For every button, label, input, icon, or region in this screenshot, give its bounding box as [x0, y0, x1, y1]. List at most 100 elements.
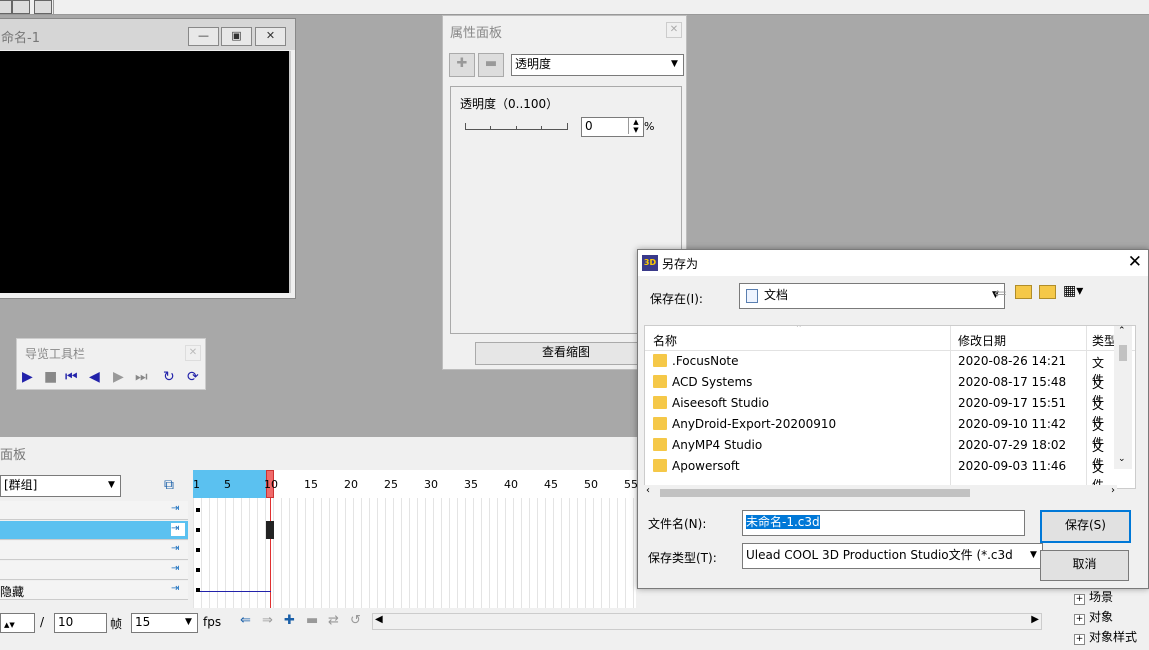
scroll-right-icon[interactable]: ▶ — [1031, 614, 1039, 625]
view-thumbnail-button[interactable]: 查看缩图 — [475, 342, 657, 365]
prev-frame-icon[interactable]: ◀ — [89, 369, 100, 385]
pin-icon[interactable]: ⇥ — [171, 503, 185, 516]
opacity-value: 0 — [585, 119, 593, 133]
list-item[interactable]: Aiseesoft Studio2020-09-17 15:51文件 — [645, 393, 1115, 414]
scroll-left-icon[interactable]: ‹ — [646, 485, 650, 496]
total-frames-input[interactable]: 10 — [54, 613, 107, 633]
preview-canvas[interactable] — [0, 51, 291, 293]
view-menu-icon[interactable]: ▦▾ — [1063, 283, 1083, 299]
stop-icon[interactable]: ■ — [44, 369, 57, 385]
column-type[interactable]: 类型 — [1092, 332, 1116, 349]
file-name: AnyMP4 Studio — [672, 438, 762, 452]
scroll-left-icon[interactable]: ◀ — [375, 614, 383, 625]
file-list[interactable]: 名称 ⌃ 修改日期 类型 .FocusNote2020-08-26 14:21文… — [644, 325, 1136, 489]
fps-select[interactable]: 15 ▼ — [131, 613, 198, 633]
track-row[interactable]: ⇥ — [0, 541, 188, 560]
tree-item-object[interactable]: +对象 — [1074, 608, 1113, 625]
repeat-icon[interactable]: ⟳ — [187, 369, 199, 385]
file-list-hscroll[interactable]: ‹ › — [644, 485, 1117, 500]
add-keyframe-icon[interactable]: ✚ — [284, 613, 295, 628]
list-item[interactable]: AnyDroid-Export-202009102020-09-10 11:42… — [645, 414, 1115, 435]
reverse-icon[interactable]: ⇄ — [328, 613, 339, 628]
pin-icon[interactable]: ⇥ — [171, 543, 185, 556]
dialog-titlebar[interactable]: 3D 另存为 ✕ — [638, 250, 1148, 276]
scroll-up-icon[interactable]: ⌃ — [1118, 326, 1126, 336]
scroll-right-icon[interactable]: › — [1111, 485, 1115, 496]
minimize-button[interactable]: — — [188, 27, 219, 46]
timeline-bottom-bar: ▲▼ / 10 帧 15 ▼ fps ⇐ ⇒ ✚ ▬ ⇄ ↺ ◀ ▶ — [0, 610, 1149, 634]
spinner-icon[interactable]: ▲▼ — [628, 118, 643, 134]
arrow-left-icon[interactable]: ⇐ — [240, 613, 251, 628]
pin-icon[interactable]: ⇥ — [171, 523, 185, 536]
group-select[interactable]: [群组] ▼ — [0, 475, 121, 497]
scroll-thumb[interactable] — [1119, 345, 1127, 361]
next-frame-icon[interactable]: ▶ — [113, 369, 124, 385]
add-keyframe-button[interactable]: ✚ — [449, 53, 475, 77]
current-frame-spinner[interactable]: ▲▼ — [0, 613, 35, 633]
close-icon[interactable]: ✕ — [1128, 252, 1142, 272]
loop-icon[interactable]: ↺ — [350, 613, 361, 628]
cancel-button[interactable]: 取消 — [1040, 550, 1129, 581]
group-options-icon[interactable]: ⧉ — [164, 477, 174, 493]
play-icon[interactable]: ▶ — [22, 369, 33, 385]
column-name[interactable]: 名称 — [653, 332, 677, 349]
file-date: 2020-07-29 18:02 — [958, 438, 1066, 452]
fps-label: fps — [203, 615, 221, 629]
list-item[interactable]: ACD Systems2020-08-17 15:48文件 — [645, 372, 1115, 393]
list-item[interactable]: AnyMP4 Studio2020-07-29 18:02文件 — [645, 435, 1115, 456]
filetype-select[interactable]: Ulead COOL 3D Production Studio文件 (*.c3d… — [742, 543, 1043, 569]
back-icon[interactable]: ⇐ — [994, 284, 1007, 302]
save-button[interactable]: 保存(S) — [1040, 510, 1131, 543]
arrow-right-icon[interactable]: ⇒ — [262, 613, 273, 628]
toolbar-icon-2[interactable] — [12, 0, 30, 14]
file-name: Apowersoft — [672, 459, 740, 473]
file-list-vscroll[interactable]: ⌃ ⌄ — [1114, 326, 1132, 469]
frame-label: 帧 — [110, 615, 122, 632]
close-button[interactable]: ✕ — [255, 27, 286, 46]
track-row-selected[interactable]: ⇥ — [0, 521, 188, 540]
track-row[interactable]: ⇥ — [0, 561, 188, 580]
tree-item-object-style[interactable]: +对象样式 — [1074, 628, 1137, 645]
track-row-hidden[interactable]: 隐藏 ⇥ — [0, 581, 188, 600]
keyframe-marker[interactable] — [266, 521, 274, 539]
list-item[interactable]: .FocusNote2020-08-26 14:21文件 — [645, 351, 1115, 372]
maximize-button[interactable]: ▣ — [221, 27, 252, 46]
preview-titlebar[interactable]: 命名-1 — ▣ ✕ — [0, 19, 295, 50]
filename-input[interactable]: 未命名-1.c3d — [742, 510, 1025, 536]
timeline-scrollbar[interactable]: ◀ ▶ — [372, 613, 1042, 630]
loop-icon[interactable]: ↻ — [163, 369, 175, 385]
expand-icon[interactable]: + — [1074, 614, 1085, 625]
last-frame-icon[interactable]: ⏭ — [135, 369, 148, 385]
up-folder-icon[interactable] — [1015, 285, 1032, 299]
expand-icon[interactable]: + — [1074, 634, 1085, 645]
sort-up-icon: ⌃ — [795, 325, 803, 334]
toolbar-icon-3[interactable] — [34, 0, 52, 14]
pin-icon[interactable]: ⇥ — [171, 583, 185, 596]
close-icon[interactable]: ✕ — [666, 22, 682, 38]
remove-keyframe-button[interactable]: ▬ — [478, 53, 504, 77]
filetype-value: Ulead COOL 3D Production Studio文件 (*.c3d — [746, 548, 1013, 562]
scroll-down-icon[interactable]: ⌄ — [1118, 454, 1126, 464]
save-in-select[interactable]: 文档 ▼ — [739, 283, 1005, 309]
scroll-thumb[interactable] — [660, 489, 970, 497]
folder-icon — [653, 438, 667, 451]
ruler-tick-label: 45 — [544, 478, 558, 491]
remove-keyframe-icon[interactable]: ▬ — [306, 613, 318, 628]
column-date[interactable]: 修改日期 — [958, 332, 1006, 349]
track-row[interactable]: ⇥ — [0, 501, 188, 520]
navigation-toolbar: 导览工具栏 ✕ ▶ ■ ⏮ ◀ ▶ ⏭ ↻ ⟳ — [16, 338, 206, 390]
close-icon[interactable]: ✕ — [185, 345, 201, 361]
list-item[interactable]: Apowersoft2020-09-03 11:46文件 — [645, 456, 1115, 477]
attribute-select[interactable]: 透明度 ▼ — [511, 54, 684, 76]
tree-item-scene[interactable]: +场景 — [1074, 588, 1113, 605]
file-name: ACD Systems — [672, 375, 752, 389]
toolbar-icon-1[interactable] — [0, 0, 12, 14]
opacity-slider[interactable] — [465, 119, 568, 130]
expand-icon[interactable]: + — [1074, 594, 1085, 605]
pin-icon[interactable]: ⇥ — [171, 563, 185, 576]
ruler-tick-label: 15 — [304, 478, 318, 491]
timeline-ruler[interactable] — [193, 470, 636, 499]
opacity-input[interactable]: 0 ▲▼ — [581, 117, 644, 137]
first-frame-icon[interactable]: ⏮ — [65, 369, 78, 385]
new-folder-icon[interactable] — [1039, 285, 1056, 299]
